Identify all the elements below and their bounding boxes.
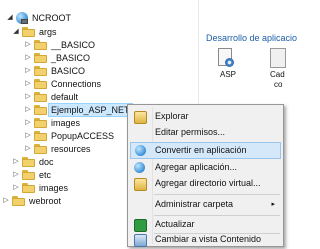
tree-label: __BASICO [51,40,96,50]
add-app-icon [134,162,145,173]
expand-arrow-icon[interactable]: ▷ [24,142,32,156]
folder-icon [22,183,35,193]
tree-label: webroot [29,196,62,206]
expand-arrow-icon[interactable]: ▷ [2,194,10,208]
tree-label: doc [39,157,54,167]
tree-node[interactable]: ▷ Connections [24,77,124,91]
menu-separator [154,194,280,195]
tree-node[interactable]: ▷ _BASICO [24,51,124,65]
folder-icon [22,27,35,37]
add-virtual-dir-icon [134,178,147,191]
menu-item-label: Explorar [155,111,189,121]
menu-item-label: Editar permisos... [155,127,226,137]
folder-icon [34,144,47,154]
section-title: Desarrollo de aplicacio [206,33,298,43]
expand-arrow-icon[interactable]: ◢ [6,11,14,25]
expand-arrow-icon[interactable]: ▷ [24,38,32,52]
tree-label: images [51,118,81,128]
expand-arrow-icon[interactable]: ▷ [24,129,32,143]
tree-label: NCROOT [32,13,71,23]
expand-arrow-icon[interactable]: ▷ [24,90,32,104]
menu-item-editar-permisos[interactable]: Editar permisos... [130,124,281,141]
feature-label-line: co [274,80,283,89]
expand-arrow-icon[interactable]: ▷ [24,51,32,65]
menu-item-label: Administrar carpeta [155,199,234,209]
tree-label: _BASICO [51,53,91,63]
tree-node[interactable]: ▷ default [24,90,124,104]
feature-label-asp: ASP [220,70,237,79]
folder-icon [34,79,47,89]
folder-icon [34,105,47,115]
tree-node[interactable]: ▷ PopupACCESS [24,129,124,143]
tree-node[interactable]: ▷ BASICO [24,64,124,78]
menu-item-convertir-aplicacion[interactable]: Convertir en aplicación [130,142,281,159]
expand-arrow-icon[interactable]: ▷ [24,116,32,130]
tree-label: Ejemplo_ASP_NET [48,103,133,117]
tree-node[interactable]: ▷ images [12,181,92,195]
menu-item-agregar-aplicacion[interactable]: Agregar aplicación... [130,159,281,176]
tree-label: resources [51,144,91,154]
expand-arrow-icon[interactable]: ◢ [12,25,20,39]
tree-node-selected[interactable]: ▷ Ejemplo_ASP_NET [24,103,133,117]
menu-item-agregar-directorio-virtual[interactable]: Agregar directorio virtual... [130,175,281,192]
expand-arrow-icon[interactable]: ▷ [12,181,20,195]
menu-item-label: Agregar directorio virtual... [155,178,261,188]
folder-icon [22,170,35,180]
menu-item-label: Cambiar a vista Contenido [155,234,262,244]
tree-label: etc [39,170,52,180]
tree-label: Connections [51,79,102,89]
tree-label: PopupACCESS [51,131,115,141]
tree-label: images [39,183,69,193]
tree-node[interactable]: ▷ etc [12,168,92,182]
folder-icon [34,118,47,128]
convert-app-icon [135,145,146,156]
menu-item-administrar-carpeta[interactable]: Administrar carpeta ▸ [130,196,281,213]
expand-arrow-icon[interactable]: ▷ [12,168,20,182]
expand-arrow-icon[interactable]: ▷ [24,64,32,78]
tree-node[interactable]: ▷ doc [12,155,92,169]
folder-icon [34,92,47,102]
expand-arrow-icon[interactable]: ▷ [24,103,32,117]
tree-node[interactable]: ▷ images [24,116,124,130]
explore-icon [134,111,147,124]
menu-item-explorar[interactable]: Explorar [130,108,281,125]
asp-feature-icon[interactable] [218,48,236,68]
context-menu: Explorar Editar permisos... Convertir en… [127,104,284,247]
globe-icon [16,12,28,24]
menu-item-label: Convertir en aplicación [155,145,247,155]
submenu-arrow-icon: ▸ [271,201,275,208]
menu-item-cambiar-vista-contenido[interactable]: Cambiar a vista Contenido [130,231,281,248]
content-view-icon [134,234,147,247]
menu-item-label: Agregar aplicación... [155,162,238,172]
tree-node[interactable]: ▷ resources [24,142,124,156]
folder-icon [34,131,47,141]
folder-icon [34,53,47,63]
tree-label: args [39,27,57,37]
folder-icon [34,66,47,76]
feature-label-cad: Cad co [270,70,285,90]
tree-node[interactable]: ▷ webroot [2,194,82,208]
tree-label: default [51,92,79,102]
expand-arrow-icon[interactable]: ▷ [12,155,20,169]
folder-icon [12,196,25,206]
tree-node-root[interactable]: ◢ NCROOT [6,11,96,25]
tree-label: BASICO [51,66,86,76]
folder-icon [34,40,47,50]
feature-label-line: Cad [270,70,285,79]
tree-node[interactable]: ▷ __BASICO [24,38,124,52]
expand-arrow-icon[interactable]: ▷ [24,77,32,91]
gear-icon [225,58,234,67]
tree-node-args[interactable]: ◢ args [12,25,92,39]
cad-feature-icon[interactable] [270,48,286,68]
folder-icon [22,157,35,167]
